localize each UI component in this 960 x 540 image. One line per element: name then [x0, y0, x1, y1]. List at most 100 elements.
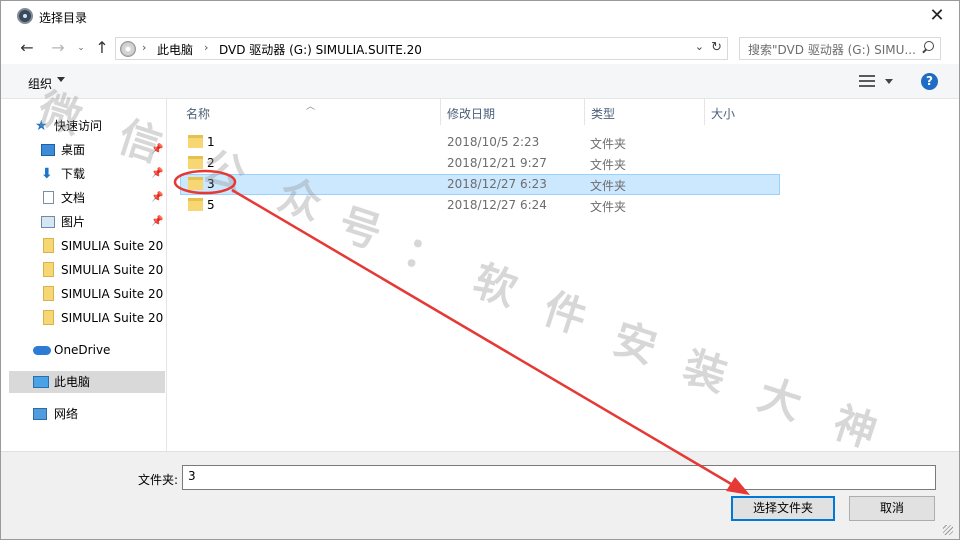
close-button[interactable]: ✕: [925, 5, 949, 27]
file-type: 文件夹: [590, 158, 627, 172]
sidebar-item-simulia-4[interactable]: SIMULIA Suite 20: [9, 307, 165, 329]
folder-label: 文件夹:: [138, 473, 179, 487]
file-name: 2: [207, 156, 215, 170]
vertical-scrollbar[interactable]: [952, 99, 959, 451]
folder-icon: [43, 238, 54, 253]
sort-ascending-icon: ︿: [306, 102, 316, 112]
address-bar[interactable]: › 此电脑 › DVD 驱动器 (G:) SIMULIA.SUITE.20 ⌄ …: [115, 37, 728, 60]
sidebar-item-this-pc[interactable]: 此电脑: [9, 371, 165, 393]
sidebar-item-label: SIMULIA Suite 20: [61, 287, 164, 301]
recent-locations-button[interactable]: ⌄: [71, 38, 91, 58]
search-icon: [922, 41, 934, 53]
sidebar-item-documents[interactable]: 文档 📌: [9, 187, 165, 209]
sidebar-item-quick-access[interactable]: ★ 快速访问: [9, 115, 165, 137]
arrow-left-icon: ←: [20, 38, 34, 57]
star-icon: ★: [35, 118, 48, 134]
folder-name-input[interactable]: 3: [182, 465, 936, 490]
folder-icon: [188, 156, 203, 169]
folder-icon: [43, 286, 54, 301]
sidebar-item-simulia-3[interactable]: SIMULIA Suite 20: [9, 283, 165, 305]
folder-icon: [188, 177, 203, 190]
column-header-name[interactable]: 名称: [186, 105, 210, 122]
cancel-button[interactable]: 取消: [849, 496, 935, 521]
column-header-size[interactable]: 大小: [711, 105, 735, 122]
file-row-selected[interactable]: 3 2018/12/27 6:23 文件夹: [180, 174, 780, 195]
file-date: 2018/12/21 9:27: [447, 156, 547, 170]
sidebar-item-label: 下载: [61, 167, 86, 181]
sidebar-item-label: 图片: [61, 215, 86, 229]
chevron-down-icon: ⌄: [77, 43, 85, 53]
organize-button[interactable]: 组织: [28, 75, 52, 92]
close-icon: ✕: [929, 5, 945, 26]
file-name: 1: [207, 135, 215, 149]
breadcrumb-dvd-drive[interactable]: DVD 驱动器 (G:) SIMULIA.SUITE.20: [219, 41, 422, 58]
navigation-pane: ★ 快速访问 桌面 📌 ⬇ 下载 📌 文档 📌 图片 📌 SIMULIA Sui…: [1, 99, 167, 451]
arrow-right-icon: →: [51, 38, 65, 57]
column-divider[interactable]: [704, 99, 705, 125]
details-view-icon[interactable]: [859, 75, 875, 87]
sidebar-item-label: 文档: [61, 191, 86, 205]
search-box[interactable]: 搜索"DVD 驱动器 (G:) SIMU...: [739, 37, 941, 60]
column-header-type[interactable]: 类型: [591, 105, 615, 122]
command-bar: 组织 ?: [1, 64, 959, 99]
network-icon: [33, 408, 47, 420]
forward-button[interactable]: →: [48, 38, 68, 58]
file-row[interactable]: 5 2018/12/27 6:24 文件夹: [180, 195, 780, 216]
file-name: 5: [207, 198, 215, 212]
sidebar-item-label: OneDrive: [54, 343, 111, 357]
file-name: 3: [207, 177, 215, 191]
file-type: 文件夹: [590, 200, 627, 214]
sidebar-item-pictures[interactable]: 图片 📌: [9, 211, 165, 233]
sidebar-item-onedrive[interactable]: OneDrive: [9, 339, 165, 361]
pin-icon[interactable]: 📌: [151, 187, 163, 209]
dialog-footer: 文件夹: 3 选择文件夹 取消: [1, 451, 959, 539]
file-list: ︿ 名称 修改日期 类型 大小 1 2018/10/5 2:23 文件夹 2 2…: [168, 99, 952, 451]
back-button[interactable]: ←: [17, 38, 37, 58]
app-icon: [17, 8, 33, 24]
breadcrumb-this-pc[interactable]: 此电脑: [157, 41, 193, 58]
arrow-up-icon: ↑: [95, 38, 109, 57]
pin-icon[interactable]: 📌: [151, 211, 163, 233]
sidebar-item-simulia-1[interactable]: SIMULIA Suite 20: [9, 235, 165, 257]
address-dropdown-icon[interactable]: ⌄: [695, 40, 704, 53]
file-row[interactable]: 2 2018/12/21 9:27 文件夹: [180, 153, 780, 174]
caret-down-icon: [57, 77, 65, 82]
sidebar-item-label: 快速访问: [54, 119, 103, 133]
sidebar-item-label: SIMULIA Suite 20: [61, 311, 164, 325]
sidebar-item-network[interactable]: 网络: [9, 403, 165, 425]
folder-icon: [43, 310, 54, 325]
refresh-icon[interactable]: ↻: [711, 40, 722, 55]
column-header-date[interactable]: 修改日期: [447, 105, 495, 122]
view-options-caret-icon[interactable]: [885, 79, 893, 84]
navigation-bar: ← → ⌄ ↑ › 此电脑 › DVD 驱动器 (G:) SIMULIA.SUI…: [1, 32, 959, 64]
search-input[interactable]: 搜索"DVD 驱动器 (G:) SIMU...: [748, 41, 918, 58]
folder-icon: [188, 198, 203, 211]
file-row[interactable]: 1 2018/10/5 2:23 文件夹: [180, 132, 780, 153]
sidebar-item-label: 网络: [54, 407, 79, 421]
sidebar-item-label: 桌面: [61, 143, 86, 157]
column-divider[interactable]: [440, 99, 441, 125]
breadcrumb-separator-icon: ›: [142, 41, 147, 54]
select-directory-dialog: 选择目录 ✕ ← → ⌄ ↑ › 此电脑 › DVD 驱动器 (G:) SIMU…: [0, 0, 960, 540]
folder-icon: [188, 135, 203, 148]
folder-icon: [43, 262, 54, 277]
column-divider[interactable]: [584, 99, 585, 125]
sidebar-item-simulia-2[interactable]: SIMULIA Suite 20: [9, 259, 165, 281]
help-icon[interactable]: ?: [921, 73, 938, 90]
up-button[interactable]: ↑: [92, 38, 112, 58]
dvd-drive-icon: [120, 41, 136, 57]
select-folder-button[interactable]: 选择文件夹: [731, 496, 835, 521]
sidebar-item-desktop[interactable]: 桌面 📌: [9, 139, 165, 161]
file-date: 2018/10/5 2:23: [447, 135, 540, 149]
file-date: 2018/12/27 6:23: [447, 177, 547, 191]
pin-icon[interactable]: 📌: [151, 163, 163, 185]
onedrive-icon: [33, 346, 51, 355]
file-type: 文件夹: [590, 179, 627, 193]
breadcrumb-separator-icon: ›: [204, 41, 209, 54]
title-bar: 选择目录 ✕: [1, 1, 959, 32]
pin-icon[interactable]: 📌: [151, 139, 163, 161]
document-icon: [43, 191, 54, 204]
sidebar-item-downloads[interactable]: ⬇ 下载 📌: [9, 163, 165, 185]
resize-grip-icon[interactable]: [943, 525, 953, 535]
sidebar-item-label: 此电脑: [54, 375, 91, 389]
